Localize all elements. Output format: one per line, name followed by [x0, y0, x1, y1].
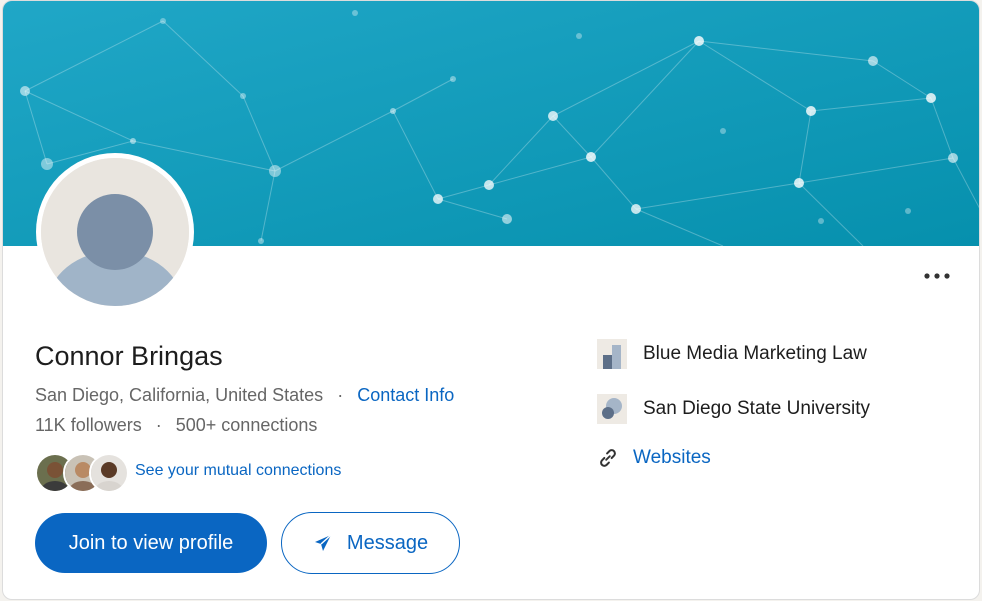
send-icon [314, 534, 332, 551]
mutual-connections-link[interactable]: See your mutual connections [135, 462, 341, 480]
connections-count: 500+ connections [175, 415, 318, 435]
mutual-avatar [89, 453, 129, 493]
message-button[interactable]: Message [281, 512, 460, 574]
profile-location: San Diego, California, United States [35, 385, 324, 405]
avatar-placeholder-icon [41, 158, 189, 306]
mutual-connections[interactable]: See your mutual connections [35, 451, 341, 493]
profile-card: Connor Bringas San Diego, California, Un… [2, 0, 980, 600]
link-icon [600, 449, 616, 467]
followers-count: 11K followers [35, 415, 142, 435]
profile-stats: 11K followers · 500+ connections [35, 415, 317, 436]
contact-info-link[interactable]: Contact Info [357, 385, 454, 405]
more-horizontal-icon [924, 273, 950, 279]
profile-avatar [36, 153, 194, 311]
company-logo-icon [597, 339, 627, 369]
message-button-label: Message [346, 531, 429, 554]
mutual-avatars [35, 451, 129, 493]
company-name: Blue Media Marketing Law [643, 343, 867, 364]
join-to-view-profile-button[interactable]: Join to view profile [35, 513, 267, 573]
more-options-button[interactable] [919, 263, 955, 289]
separator: · [155, 415, 162, 435]
profile-name: Connor Bringas [35, 341, 223, 371]
websites-link[interactable]: Websites [597, 447, 711, 469]
websites-label: Websites [633, 447, 711, 468]
profile-location-line: San Diego, California, United States · C… [35, 385, 454, 406]
separator: · [337, 385, 344, 405]
school-name: San Diego State University [643, 398, 871, 419]
school-link[interactable]: San Diego State University [597, 394, 870, 424]
school-logo-icon [597, 394, 627, 424]
company-link[interactable]: Blue Media Marketing Law [597, 339, 867, 369]
